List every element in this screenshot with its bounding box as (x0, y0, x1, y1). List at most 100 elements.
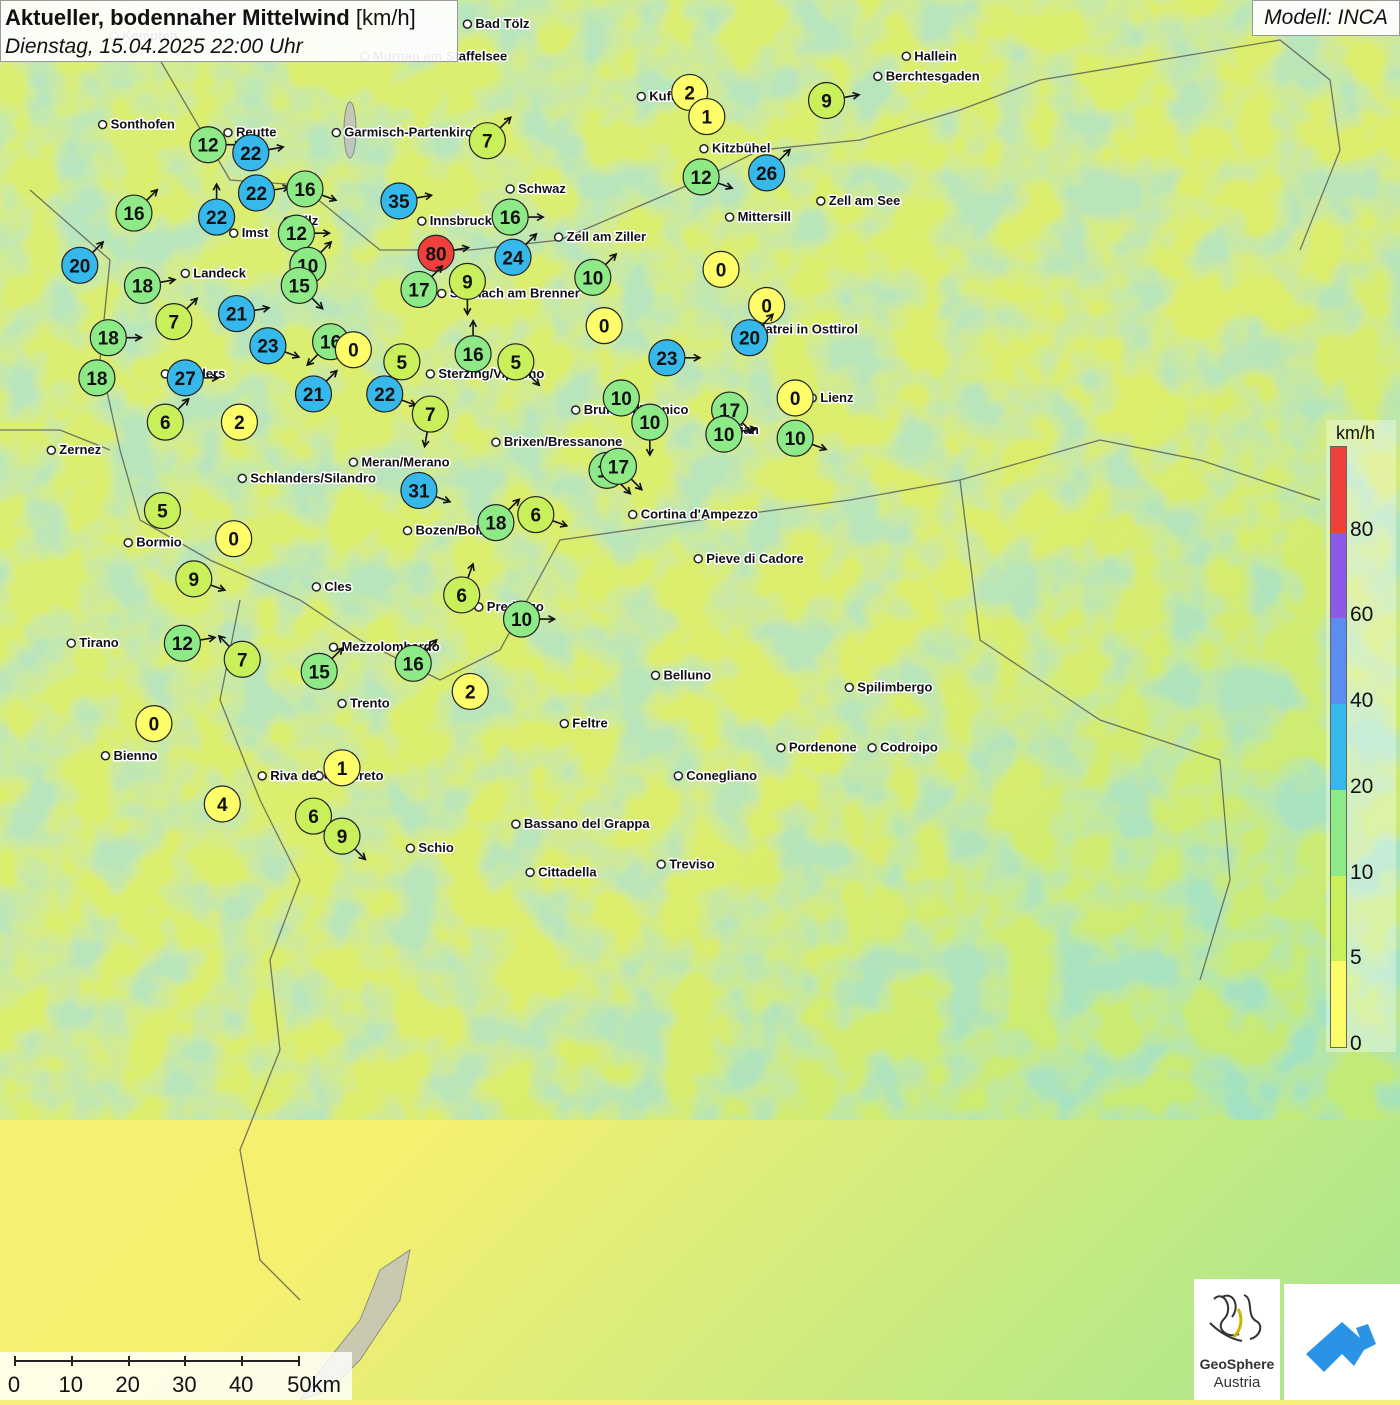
city-dot (257, 771, 267, 781)
station-speed: 22 (374, 385, 395, 406)
station-speed: 10 (639, 413, 660, 434)
station-speed: 2 (684, 83, 695, 104)
city-dot (553, 232, 564, 242)
station-speed: 12 (172, 634, 193, 655)
station-speed: 18 (86, 369, 107, 390)
station-speed: 12 (286, 224, 307, 245)
city-dot (570, 405, 581, 415)
station-speed: 18 (132, 276, 153, 297)
city-label: Mittersill (738, 209, 791, 224)
city-dot (348, 457, 359, 468)
station-speed: 16 (403, 654, 424, 675)
station-speed: 9 (821, 92, 832, 113)
city-27: Meran/Merano (348, 453, 451, 471)
station-18[interactable]: 0 (702, 250, 740, 288)
city-label: Pordenone (789, 740, 857, 755)
map-title-box: Aktueller, bodennaher Mittelwind [km/h] … (0, 0, 458, 62)
scale-tick (70, 1356, 73, 1366)
station-60[interactable]: 1 (323, 749, 361, 787)
city-dot (901, 51, 912, 62)
city-29: Cortina d'Ampezzo (627, 505, 759, 523)
geosphere-name: GeoSphere (1199, 1356, 1275, 1372)
city-dot (525, 867, 535, 878)
city-dot (511, 819, 521, 829)
map-title-text: Aktueller, bodennaher Mittelwind (5, 5, 350, 30)
station-speed: 1 (337, 759, 348, 780)
city-dot (337, 698, 347, 709)
scale-line (14, 1360, 298, 1362)
legend-color-bar (1330, 446, 1347, 1048)
station-59[interactable]: 0 (135, 704, 173, 743)
station-speed: 16 (123, 204, 144, 225)
station-22[interactable]: 0 (585, 307, 623, 345)
city-label: Bassano del Grappa (524, 816, 650, 831)
station-speed: 0 (599, 317, 610, 338)
station-speed: 10 (582, 268, 603, 289)
city-label: Lienz (820, 390, 854, 405)
station-speed: 20 (69, 256, 90, 277)
station-speed: 80 (425, 244, 446, 265)
station-19[interactable]: 0 (748, 286, 786, 325)
warn-app-logo[interactable] (1284, 1284, 1400, 1400)
city-dot (123, 537, 133, 548)
city-16: Zell am Ziller (553, 228, 648, 246)
legend-unit: km/h (1336, 423, 1376, 443)
station-speed: 21 (303, 385, 325, 406)
city-label: Cles (324, 579, 351, 594)
geosphere-emblem-icon (1209, 1294, 1262, 1342)
city-dot (223, 127, 233, 138)
legend-tick-label: 5 (1350, 946, 1362, 970)
legend-band (1331, 447, 1346, 533)
city-label: Bienno (113, 748, 157, 763)
station-speed: 1 (702, 108, 713, 129)
city-label: Hallein (914, 48, 957, 63)
legend-band (1331, 618, 1346, 705)
station-47[interactable]: 5 (143, 491, 182, 530)
station-speed: 2 (465, 682, 476, 703)
station-65[interactable]: 1 (688, 97, 726, 136)
station-speed: 16 (294, 180, 315, 201)
map-title: Aktueller, bodennaher Mittelwind [km/h] (5, 5, 416, 31)
station-speed: 6 (456, 586, 467, 607)
city-label: Pieve di Cadore (706, 551, 804, 566)
city-dot (699, 143, 709, 154)
legend-band (1331, 532, 1346, 619)
city-28: Schlanders/Silandro (237, 469, 378, 487)
station-58[interactable]: 2 (451, 672, 489, 711)
station-61[interactable]: 4 (203, 785, 241, 823)
station-speed: 0 (149, 715, 160, 736)
city-dot (437, 288, 447, 299)
station-speed: 7 (237, 650, 248, 671)
station-speed: 2 (234, 413, 245, 434)
legend-band (1331, 789, 1346, 876)
station-25[interactable]: 0 (334, 331, 372, 369)
station-40[interactable]: 2 (220, 403, 258, 441)
city-label: Schlanders/Silandro (250, 470, 376, 485)
city-label: Trento (350, 696, 390, 711)
station-speed: 15 (309, 662, 331, 683)
station-speed: 24 (502, 248, 524, 269)
scale-label: 10 (58, 1372, 84, 1397)
station-speed: 22 (246, 184, 267, 205)
scale-bar: 0 10 20 30 40 50km (0, 1352, 352, 1400)
station-speed: 21 (226, 305, 248, 326)
city-label: Zernez (59, 442, 101, 457)
scale-label: 20 (115, 1372, 140, 1397)
legend-band (1331, 704, 1346, 790)
station-speed: 12 (197, 136, 218, 157)
city-label: Cortina d'Ampezzo (641, 507, 758, 522)
city-label: Feltre (572, 716, 607, 731)
station-38[interactable]: 0 (776, 379, 814, 417)
geosphere-logo[interactable]: GeoSphere Austria (1194, 1279, 1280, 1400)
station-50[interactable]: 0 (215, 520, 253, 558)
legend-tick-label: 10 (1350, 860, 1374, 884)
city-label: Treviso (669, 856, 715, 871)
station-speed: 17 (608, 457, 629, 478)
station-32[interactable]: 18 (78, 359, 116, 397)
city-label: Meran/Merano (361, 454, 449, 469)
station-30[interactable]: 5 (383, 343, 421, 381)
legend-tick-label: 60 (1350, 603, 1374, 627)
scale-tick (184, 1356, 187, 1366)
city-12: Innsbruck (417, 212, 494, 230)
legend-band (1331, 961, 1346, 1047)
